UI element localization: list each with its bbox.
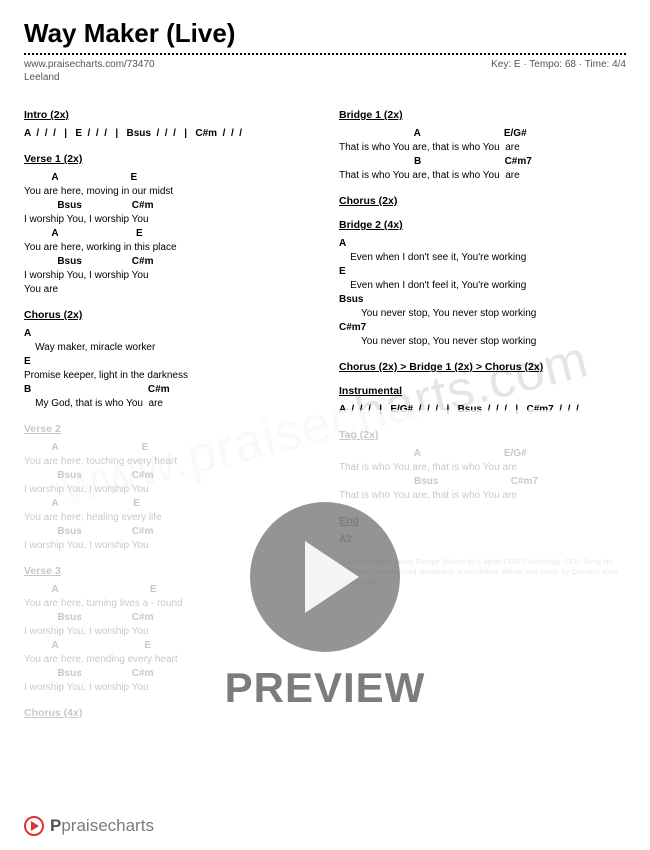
- chords: E: [339, 265, 626, 279]
- chords: Bsus: [339, 293, 626, 307]
- chords: B C#m: [24, 383, 311, 397]
- tag-title: Tag (2x): [339, 429, 626, 441]
- chords: A E: [24, 227, 311, 241]
- lyric: You never stop, You never stop working: [339, 335, 626, 349]
- chords: A E: [24, 497, 311, 511]
- chords: A E: [24, 583, 311, 597]
- chords: Bsus C#m7: [339, 475, 626, 489]
- lyric: That is who You are, that is who You are: [339, 461, 626, 475]
- end-chord: A2: [339, 533, 626, 547]
- lyric: I worship You, I worship You: [24, 625, 311, 639]
- copyright: © 2016 Integrity Music Europe (Admin by …: [339, 557, 626, 586]
- bridge2-title: Bridge 2 (4x): [339, 219, 626, 231]
- chords: A: [24, 327, 311, 341]
- lyric: I worship You, I worship You: [24, 681, 311, 695]
- artist: Leeland: [24, 72, 155, 83]
- intro-chords: A / / / | E / / / | Bsus / / / | C#m / /…: [24, 127, 311, 141]
- chords: C#m7: [339, 321, 626, 335]
- praisecharts-icon: [24, 816, 44, 836]
- lyric: You are here, working in this place: [24, 241, 311, 255]
- lyric: I worship You, I worship You: [24, 483, 311, 497]
- song-url: www.praisecharts.com/73470: [24, 59, 155, 70]
- verse3-title: Verse 3: [24, 565, 311, 577]
- chords: A E/G#: [339, 447, 626, 461]
- chords: A E/G#: [339, 127, 626, 141]
- chorus-4x-ref: Chorus (4x): [24, 707, 311, 719]
- chords: A E: [24, 171, 311, 185]
- chorus-title: Chorus (2x): [24, 309, 311, 321]
- chords: A E: [24, 639, 311, 653]
- lyric: You are here, turning lives a - round: [24, 597, 311, 611]
- chorus-2x-ref: Chorus (2x): [339, 195, 626, 207]
- chords: Bsus C#m: [24, 469, 311, 483]
- lyric: Even when I don't see it, You're working: [339, 251, 626, 265]
- lyric: You are here, mending every heart: [24, 653, 311, 667]
- divider: [24, 53, 626, 55]
- chords: B C#m7: [339, 155, 626, 169]
- chords: Bsus C#m: [24, 611, 311, 625]
- lyric: Promise keeper, light in the darkness: [24, 369, 311, 383]
- verse1-title: Verse 1 (2x): [24, 153, 311, 165]
- song-title: Way Maker (Live): [24, 18, 626, 49]
- footer-logo: Ppraisecharts: [24, 816, 154, 836]
- instrumental-chords: A / / / | E/G# / / / | Bsus / / / | C#m7…: [339, 403, 626, 417]
- content-columns: Intro (2x) A / / / | E / / / | Bsus / / …: [24, 97, 626, 719]
- lyric: You are here, moving in our midst: [24, 185, 311, 199]
- chords: Bsus C#m: [24, 199, 311, 213]
- lyric: You never stop, You never stop working: [339, 307, 626, 321]
- lyric: You are: [24, 283, 311, 297]
- lyric: I worship You, I worship You: [24, 269, 311, 283]
- song-meta: Key: E · Tempo: 68 · Time: 4/4: [491, 59, 626, 83]
- instrumental-title: Instrumental: [339, 385, 626, 397]
- meta-row: www.praisecharts.com/73470 Leeland Key: …: [24, 59, 626, 83]
- intro-title: Intro (2x): [24, 109, 311, 121]
- chords: Bsus C#m: [24, 255, 311, 269]
- left-column: Intro (2x) A / / / | E / / / | Bsus / / …: [24, 97, 311, 719]
- right-column: Bridge 1 (2x) A E/G# That is who You are…: [339, 97, 626, 719]
- chords: Bsus C#m: [24, 667, 311, 681]
- lyric: I worship You, I worship You: [24, 213, 311, 227]
- chords: A E: [24, 441, 311, 455]
- lyric: I worship You, I worship You: [24, 539, 311, 553]
- bridge1-title: Bridge 1 (2x): [339, 109, 626, 121]
- end-title: End: [339, 515, 626, 527]
- song-flow: Chorus (2x) > Bridge 1 (2x) > Chorus (2x…: [339, 361, 626, 373]
- chords: Bsus C#m: [24, 525, 311, 539]
- lyric: Even when I don't feel it, You're workin…: [339, 279, 626, 293]
- chords: E: [24, 355, 311, 369]
- lyric: Way maker, miracle worker: [24, 341, 311, 355]
- chords: A: [339, 237, 626, 251]
- lyric: That is who You are, that is who You are: [339, 169, 626, 183]
- lyric: You are here, touching every heart: [24, 455, 311, 469]
- lyric: You are here, healing every life: [24, 511, 311, 525]
- lyric: That is who You are, that is who You are: [339, 141, 626, 155]
- lyric: That is who You are, that is who You are: [339, 489, 626, 503]
- lyric: My God, that is who You are: [24, 397, 311, 411]
- verse2-title: Verse 2: [24, 423, 311, 435]
